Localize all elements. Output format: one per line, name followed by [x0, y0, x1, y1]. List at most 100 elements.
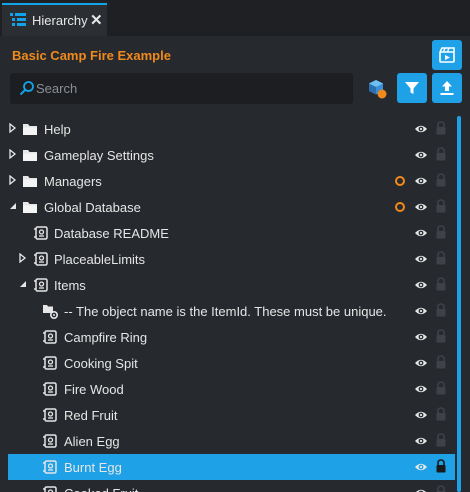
search-box[interactable] [10, 73, 353, 104]
lock-icon[interactable] [435, 381, 447, 395]
tree-row-label: Gameplay Settings [44, 148, 154, 163]
visibility-eye-icon[interactable] [414, 330, 428, 344]
collapsed-arrow-icon[interactable] [8, 149, 18, 159]
visibility-eye-icon[interactable] [414, 252, 428, 266]
tree-row-label: Fire Wood [64, 382, 124, 397]
tree-row-label: Cooking Spit [64, 356, 138, 371]
folder-icon [23, 124, 37, 135]
lock-icon[interactable] [435, 199, 447, 213]
tab-hierarchy[interactable]: Hierarchy ✕ [2, 3, 107, 36]
expanded-arrow-icon[interactable] [8, 201, 18, 211]
tree-row-label: Cooked Fruit [64, 486, 138, 492]
visibility-eye-icon[interactable] [414, 408, 428, 422]
expanded-arrow-icon[interactable] [18, 279, 28, 289]
lock-icon[interactable] [435, 251, 447, 265]
hierarchy-panel: Basic Camp Fire Example Help [0, 36, 470, 492]
tree-row-label: Help [44, 122, 71, 137]
lock-icon[interactable] [435, 147, 447, 161]
hierarchy-list-icon [10, 13, 26, 26]
lock-icon[interactable] [435, 173, 447, 187]
lock-icon[interactable] [435, 485, 447, 492]
modified-indicator-icon [395, 176, 405, 186]
tree-row[interactable]: Global Database [8, 194, 455, 220]
tree-row-label: Campfire Ring [64, 330, 148, 345]
tree-row[interactable]: Fire Wood [8, 376, 455, 402]
script-object-icon [34, 226, 48, 240]
visibility-eye-icon[interactable] [414, 174, 428, 188]
clapperboard-icon [439, 47, 455, 63]
script-object-icon [43, 486, 57, 492]
collapsed-arrow-icon[interactable] [8, 175, 18, 185]
scene-title: Basic Camp Fire Example [12, 48, 171, 63]
upload-arrow-icon [440, 81, 454, 95]
collapsed-arrow-icon[interactable] [18, 253, 28, 263]
search-input[interactable] [36, 73, 346, 104]
visibility-eye-icon[interactable] [414, 356, 428, 370]
script-object-icon [43, 460, 57, 474]
tree-row-label: PlaceableLimits [54, 252, 146, 267]
lock-icon[interactable] [435, 303, 447, 317]
tree-row-label: Managers [44, 174, 102, 189]
tree-row[interactable]: PlaceableLimits [8, 246, 455, 272]
tree-row[interactable]: Cooked Fruit [8, 480, 455, 492]
tree-row[interactable]: Gameplay Settings [8, 142, 455, 168]
tab-strip: Hierarchy ✕ [0, 0, 470, 36]
collapsed-arrow-icon[interactable] [8, 123, 18, 133]
visibility-eye-icon[interactable] [414, 460, 428, 474]
lock-icon[interactable] [435, 277, 447, 291]
visibility-eye-icon[interactable] [414, 434, 428, 448]
tree-row[interactable]: Database README [8, 220, 455, 246]
script-object-icon [43, 434, 57, 448]
tree-row-label: Database README [54, 226, 169, 241]
lock-icon[interactable] [435, 225, 447, 239]
lock-icon[interactable] [435, 459, 447, 473]
tree-row-label: -- The object name is the ItemId. These … [64, 304, 387, 319]
visibility-eye-icon[interactable] [414, 200, 428, 214]
visibility-eye-icon[interactable] [414, 304, 428, 318]
hierarchy-tree: Help Gameplay Settings Managers Global Data… [0, 116, 470, 492]
tree-row[interactable]: Campfire Ring [8, 324, 455, 350]
tree-row[interactable]: Burnt Egg [8, 454, 455, 480]
group-settings-icon [43, 305, 58, 319]
lock-icon[interactable] [435, 121, 447, 135]
tree-row-label: Items [54, 278, 86, 293]
visibility-eye-icon[interactable] [414, 486, 428, 492]
tree-scrollbar[interactable] [457, 116, 461, 492]
lock-icon[interactable] [435, 329, 447, 343]
script-object-icon [43, 408, 57, 422]
tree-row-label: Alien Egg [64, 434, 120, 449]
tree-row[interactable]: Managers [8, 168, 455, 194]
tab-close-button[interactable]: ✕ [90, 11, 103, 29]
visibility-eye-icon[interactable] [414, 278, 428, 292]
visibility-eye-icon[interactable] [414, 122, 428, 136]
tree-row[interactable]: Cooking Spit [8, 350, 455, 376]
script-object-icon [34, 252, 48, 266]
script-object-icon [34, 278, 48, 292]
tree-row[interactable]: Alien Egg [8, 428, 455, 454]
tree-row[interactable]: Items [8, 272, 455, 298]
search-icon [19, 81, 34, 96]
tree-row-label: Burnt Egg [64, 460, 122, 475]
visibility-eye-icon[interactable] [414, 226, 428, 240]
collapse-all-button[interactable] [432, 73, 462, 103]
scene-settings-button[interactable] [432, 40, 462, 70]
tree-row[interactable]: Red Fruit [8, 402, 455, 428]
folder-icon [23, 150, 37, 161]
tree-row-label: Global Database [44, 200, 141, 215]
visibility-eye-icon[interactable] [414, 382, 428, 396]
script-object-icon [43, 330, 57, 344]
tree-row-label: Red Fruit [64, 408, 118, 423]
tree-row[interactable]: Help [8, 116, 455, 142]
lock-icon[interactable] [435, 407, 447, 421]
visibility-eye-icon[interactable] [414, 148, 428, 162]
community-content-icon[interactable] [366, 78, 388, 100]
script-object-icon [43, 382, 57, 396]
filter-button[interactable] [397, 73, 427, 103]
folder-icon [23, 202, 37, 213]
filter-icon [405, 82, 419, 94]
script-object-icon [43, 356, 57, 370]
lock-icon[interactable] [435, 355, 447, 369]
modified-indicator-icon [395, 202, 405, 212]
tree-row[interactable]: -- The object name is the ItemId. These … [8, 298, 455, 324]
lock-icon[interactable] [435, 433, 447, 447]
